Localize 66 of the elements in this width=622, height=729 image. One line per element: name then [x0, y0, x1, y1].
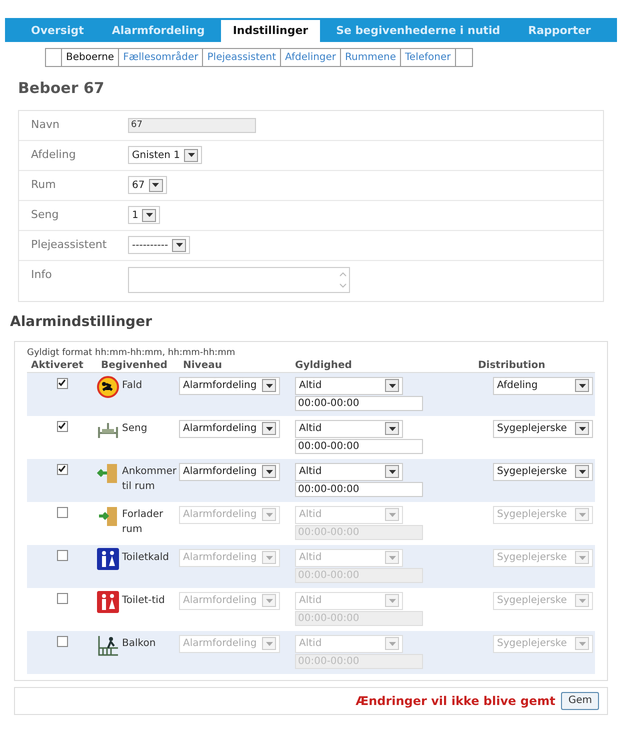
dropdown[interactable]: 1 [128, 206, 160, 224]
door-arrow-icon [97, 504, 119, 526]
activated-checkbox[interactable] [56, 636, 68, 646]
field-label: Rum [31, 176, 57, 193]
main-tab[interactable]: Rapporter [516, 20, 603, 42]
distribution-dropdown[interactable]: Sygeplejerske [493, 506, 593, 524]
event-name: Seng [122, 422, 148, 436]
event-name: Toiletkald [122, 550, 170, 564]
activated-checkbox[interactable] [56, 592, 68, 604]
dropdown[interactable]: ---------- [128, 236, 190, 254]
unsaved-warning: Ændringer vil ikke blive gemt [356, 692, 556, 710]
main-tab[interactable]: Indstillinger [220, 20, 320, 42]
level-dropdown[interactable]: Alarmfordeling [179, 376, 280, 394]
field-label: Afdeling [31, 146, 77, 163]
validity-dropdown[interactable]: Altid [295, 592, 403, 610]
activated-checkbox[interactable] [56, 378, 68, 388]
activated-checkbox[interactable] [56, 550, 68, 560]
falling-person-icon [97, 376, 119, 398]
activated-checkbox[interactable] [56, 506, 68, 518]
toilet-sign-icon [97, 548, 119, 570]
time-field[interactable]: 00:00-00:00 [295, 396, 423, 410]
dropdown[interactable]: Gnisten 1 [128, 146, 202, 164]
door-arrow-icon [97, 462, 119, 484]
section-title: Alarmindstillinger [10, 312, 153, 332]
activated-checkbox[interactable] [56, 464, 68, 474]
distribution-dropdown[interactable]: Sygeplejerske [493, 462, 593, 480]
distribution-dropdown[interactable]: Sygeplejerske [493, 548, 593, 566]
distribution-dropdown[interactable]: Sygeplejerske [493, 592, 593, 610]
person-railing-icon [97, 634, 119, 656]
activated-checkbox[interactable] [56, 420, 68, 432]
field-label: Info [31, 266, 53, 282]
level-dropdown[interactable]: Alarmfordeling [179, 548, 280, 566]
distribution-dropdown[interactable]: Sygeplejerske [493, 420, 593, 438]
main-tab[interactable]: Alarmfordeling [100, 20, 217, 42]
level-dropdown[interactable]: Alarmfordeling [179, 506, 280, 524]
page-title: Beboer 67 [18, 78, 106, 99]
event-name: Ankommer til rum [122, 464, 178, 494]
event-name: Forlader rum [122, 508, 164, 536]
field-label: Plejeassistent [31, 236, 108, 253]
field-label: Navn [31, 116, 60, 133]
event-name: Toilet-tid [122, 594, 165, 608]
validity-dropdown[interactable]: Altid [295, 462, 403, 480]
time-field[interactable]: 00:00-00:00 [295, 438, 423, 454]
main-tab[interactable]: Oversigt [19, 20, 96, 42]
distribution-dropdown[interactable]: Afdeling [493, 376, 593, 394]
save-button[interactable]: Gem [561, 692, 599, 710]
validity-dropdown[interactable]: Altid [295, 634, 403, 652]
main-tab[interactable]: Se begivenhederne i nutid [324, 20, 512, 42]
event-name: Fald [122, 378, 142, 392]
level-dropdown[interactable]: Alarmfordeling [179, 592, 280, 610]
validity-dropdown[interactable]: Altid [295, 548, 403, 566]
info-field[interactable] [128, 266, 350, 292]
dropdown[interactable]: 67 [128, 176, 167, 194]
time-field[interactable]: 00:00-00:00 [295, 482, 423, 496]
format-hint: Gyldigt format hh:mm-hh:mm, hh:mm-hh:mm [27, 348, 236, 358]
field-label: Seng [31, 206, 60, 223]
name-field[interactable]: 67 [128, 118, 256, 132]
validity-dropdown[interactable]: Altid [295, 506, 403, 524]
event-name: Balkon [122, 636, 156, 650]
level-dropdown[interactable]: Alarmfordeling [179, 420, 280, 438]
validity-dropdown[interactable]: Altid [295, 420, 403, 438]
distribution-dropdown[interactable]: Sygeplejerske [493, 634, 593, 652]
validity-dropdown[interactable]: Altid [295, 376, 403, 394]
level-dropdown[interactable]: Alarmfordeling [179, 462, 280, 480]
level-dropdown[interactable]: Alarmfordeling [179, 634, 280, 652]
scroll-arrows-icon [339, 270, 347, 290]
